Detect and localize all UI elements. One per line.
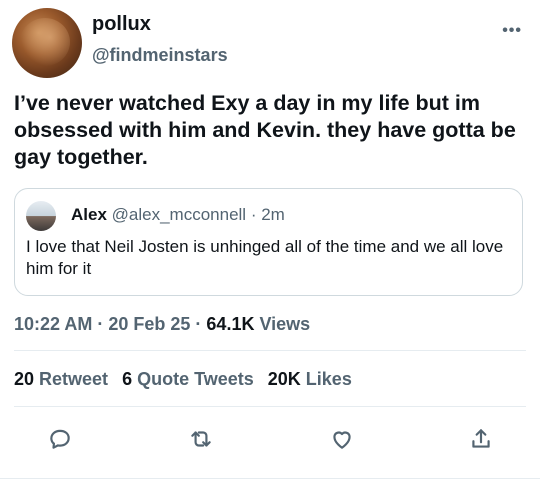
user-handle[interactable]: @findmeinstars xyxy=(92,45,228,66)
quoted-display-name[interactable]: Alex xyxy=(71,205,107,224)
quoted-timestamp: 2m xyxy=(261,205,285,224)
more-options-icon[interactable]: ••• xyxy=(502,22,522,40)
action-bar xyxy=(0,424,540,456)
retweets-stat[interactable]: 20 Retweet xyxy=(14,369,108,389)
divider xyxy=(14,350,526,351)
meta-separator: · xyxy=(92,314,109,334)
share-icon[interactable] xyxy=(466,424,496,454)
quoted-header: Alex @alex_mcconnell · 2m xyxy=(71,205,285,225)
retweets-label: Retweet xyxy=(34,369,109,389)
like-icon[interactable] xyxy=(327,424,357,454)
divider xyxy=(14,406,526,407)
views-label: Views xyxy=(254,314,311,334)
quoted-tweet[interactable]: Alex @alex_mcconnell · 2m I love that Ne… xyxy=(14,188,523,296)
tweet-meta: 10:22 AM · 20 Feb 25 · 64.1K Views xyxy=(14,314,310,335)
retweet-icon[interactable] xyxy=(186,424,216,454)
views-count: 64.1K xyxy=(206,314,255,334)
quotes-label: Quote Tweets xyxy=(132,369,254,389)
reply-icon[interactable] xyxy=(45,424,75,454)
avatar[interactable] xyxy=(12,8,82,78)
quotes-count: 6 xyxy=(122,369,133,389)
quoted-separator: · xyxy=(246,205,262,224)
likes-count: 20K xyxy=(267,369,301,389)
retweets-count: 20 xyxy=(14,369,35,389)
quoted-handle[interactable]: @alex_mcconnell xyxy=(112,205,246,224)
quoted-text: I love that Neil Josten is unhinged all … xyxy=(26,237,504,278)
tweet-date[interactable]: 20 Feb 25 xyxy=(108,314,190,334)
likes-label: Likes xyxy=(300,369,352,389)
display-name[interactable]: pollux xyxy=(92,13,151,36)
quoted-avatar[interactable] xyxy=(26,201,56,231)
likes-stat[interactable]: 20K Likes xyxy=(268,369,352,389)
tweet-time[interactable]: 10:22 AM xyxy=(14,314,92,334)
engagement-stats: 20 Retweet 6 Quote Tweets 20K Likes xyxy=(14,369,352,390)
quotes-stat[interactable]: 6 Quote Tweets xyxy=(122,369,254,389)
meta-separator: · xyxy=(190,314,207,334)
tweet-text: I’ve never watched Exy a day in my life … xyxy=(14,91,516,169)
